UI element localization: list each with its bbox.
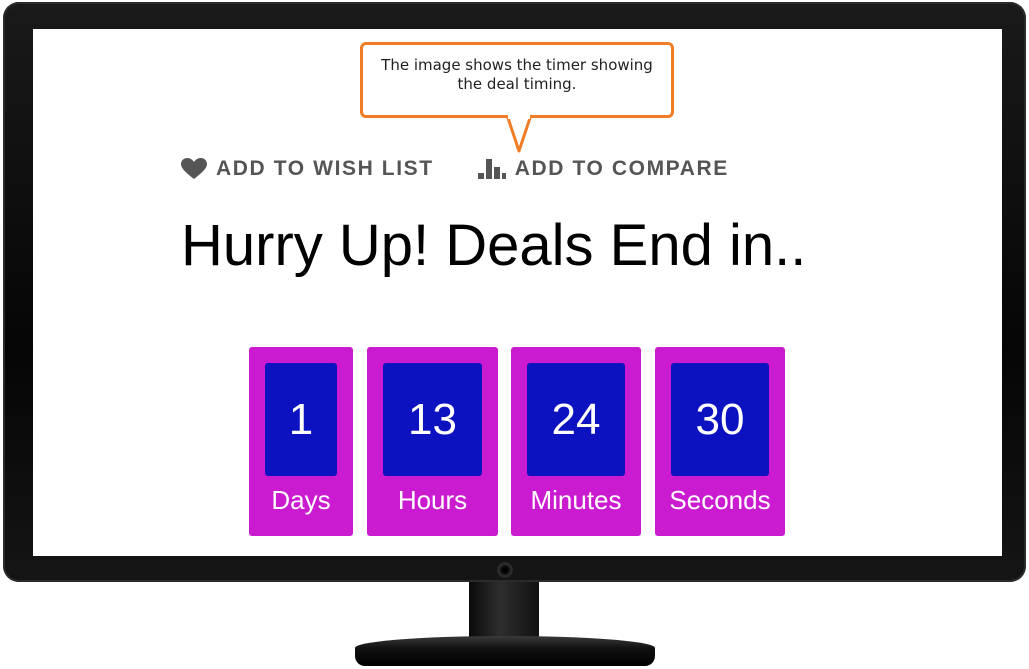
seconds-value: 30 <box>695 394 745 444</box>
minutes-value: 24 <box>551 394 601 444</box>
days-value-box: 1 <box>265 363 337 476</box>
callout-pointer <box>505 115 533 153</box>
countdown-hours: 13 Hours <box>367 347 498 536</box>
countdown-minutes: 24 Minutes <box>511 347 641 536</box>
bar-chart-icon <box>477 159 506 179</box>
callout-text: The image shows the timer showing the de… <box>381 56 653 93</box>
screen: The image shows the timer showing the de… <box>33 29 1002 556</box>
minutes-value-box: 24 <box>527 363 625 476</box>
wish-list-label: ADD TO WISH LIST <box>216 157 434 180</box>
product-actions: ADD TO WISH LIST ADD TO COMPARE <box>181 154 729 184</box>
annotation-callout: The image shows the timer showing the de… <box>360 42 674 118</box>
seconds-value-box: 30 <box>671 363 769 476</box>
monitor-stand-base <box>355 636 655 666</box>
monitor-frame: The image shows the timer showing the de… <box>3 2 1026 582</box>
compare-label: ADD TO COMPARE <box>514 157 729 180</box>
days-value: 1 <box>288 394 314 444</box>
days-label: Days <box>271 485 331 515</box>
add-to-wish-list-link[interactable]: ADD TO WISH LIST <box>181 157 434 181</box>
minutes-label: Minutes <box>530 485 622 515</box>
heart-icon <box>181 158 207 180</box>
webcam <box>497 562 513 578</box>
countdown-seconds: 30 Seconds <box>655 347 785 536</box>
monitor-stand-neck <box>469 582 539 642</box>
seconds-label: Seconds <box>669 485 771 515</box>
hours-value-box: 13 <box>383 363 482 476</box>
hours-value: 13 <box>408 394 457 444</box>
countdown-days: 1 Days <box>249 347 353 536</box>
deals-headline: Hurry Up! Deals End in.. <box>181 213 807 278</box>
add-to-compare-link[interactable]: ADD TO COMPARE <box>477 157 729 181</box>
hours-label: Hours <box>397 485 468 515</box>
